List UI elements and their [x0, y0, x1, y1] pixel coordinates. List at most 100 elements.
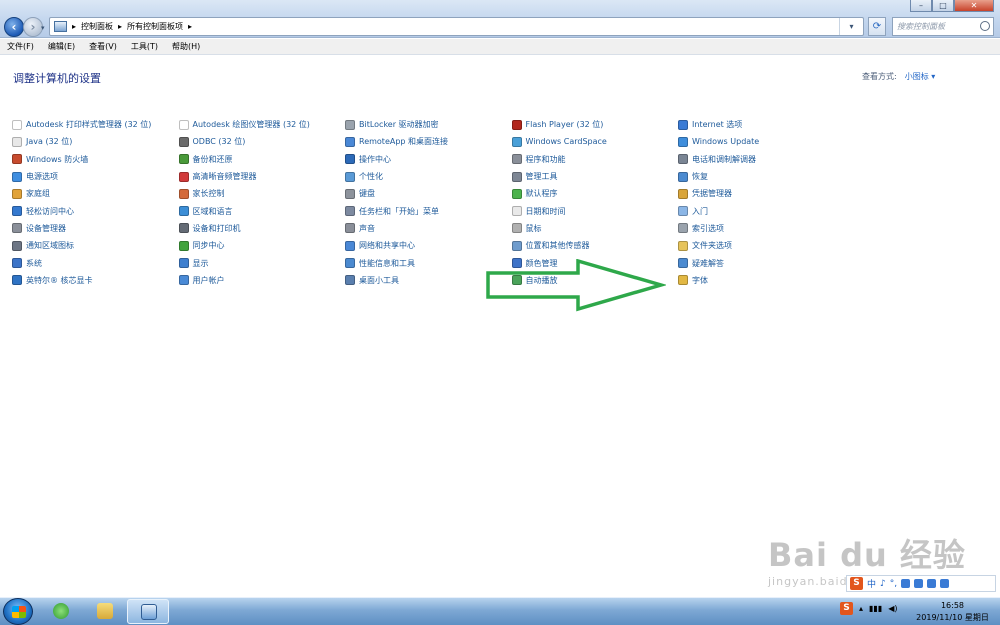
control-panel-item[interactable]: 用户帐户 — [178, 272, 346, 289]
search-input[interactable]: 搜索控制面板 — [892, 17, 994, 36]
control-panel-item[interactable]: 家庭组 — [12, 185, 179, 202]
control-panel-item[interactable]: 键盘 — [345, 185, 512, 202]
network-icon[interactable]: ▮▮▮ — [869, 604, 882, 613]
address-bar[interactable]: ▸ 控制面板 ▸ 所有控制面板项 ▸ ▾ — [49, 17, 864, 36]
control-panel-item[interactable]: 程序和功能 — [511, 151, 679, 168]
breadcrumb-all-items[interactable]: 所有控制面板项 — [127, 21, 183, 32]
item-label: 电话和调制解调器 — [692, 154, 756, 164]
tray-arrow-icon[interactable]: ▴ — [859, 604, 863, 613]
control-panel-item[interactable]: 同步中心 — [178, 237, 346, 254]
control-panel-item[interactable]: 英特尔® 核芯显卡 — [12, 272, 179, 289]
item-icon — [178, 206, 189, 217]
control-panel-item[interactable]: 个性化 — [345, 168, 512, 185]
taskbar-browser[interactable] — [40, 599, 82, 624]
item-label: 索引选项 — [692, 223, 724, 233]
control-panel-item[interactable]: 任务栏和「开始」菜单 — [345, 202, 512, 219]
control-panel-item[interactable]: 电源选项 — [12, 168, 179, 185]
control-panel-item[interactable]: 区域和语言 — [178, 202, 346, 219]
menu-tools[interactable]: 工具(T) — [124, 41, 165, 52]
control-panel-item[interactable]: 轻松访问中心 — [12, 202, 179, 219]
control-panel-item[interactable]: Windows Update — [678, 133, 845, 150]
control-panel-item[interactable]: 位置和其他传感器 — [511, 237, 679, 254]
control-panel-item[interactable]: 高清晰音频管理器 — [178, 168, 346, 185]
item-icon — [678, 240, 688, 251]
explorer-titlebar: ‹ › ▾ ▸ 控制面板 ▸ 所有控制面板项 ▸ ▾ ⟳ 搜索控制面板 – □ … — [0, 0, 1000, 38]
menu-edit[interactable]: 编辑(E) — [41, 41, 82, 52]
control-panel-item[interactable]: RemoteApp 和桌面连接 — [345, 133, 512, 150]
ime-mode-toggle[interactable]: 中 — [867, 577, 876, 590]
breadcrumb-control-panel[interactable]: 控制面板 — [81, 21, 113, 32]
menu-help[interactable]: 帮助(H) — [165, 41, 207, 52]
control-panel-item[interactable]: 字体 — [678, 272, 845, 289]
item-icon — [345, 171, 355, 182]
control-panel-item[interactable]: 疑难解答 — [678, 254, 845, 271]
close-button[interactable]: ✕ — [954, 0, 994, 12]
control-panel-item[interactable]: 文件夹选项 — [678, 237, 845, 254]
control-panel-item[interactable]: 设备管理器 — [12, 220, 179, 237]
control-panel-item[interactable]: 默认程序 — [511, 185, 679, 202]
clock[interactable]: 16:58 2019/11/10 星期日 — [905, 600, 1000, 624]
minimize-button[interactable]: – — [910, 0, 932, 12]
control-panel-item[interactable]: 系统 — [12, 254, 179, 271]
ime-toolbar: S 中 ♪ °, — [846, 575, 996, 592]
control-panel-item[interactable]: 凭据管理器 — [678, 185, 845, 202]
control-panel-item[interactable]: 恢复 — [678, 168, 845, 185]
item-icon — [511, 223, 522, 234]
start-button[interactable] — [3, 598, 33, 625]
taskbar: S ▴ ▮▮▮ ◀) 16:58 2019/11/10 星期日 — [0, 597, 1000, 625]
control-panel-item[interactable]: 网络和共享中心 — [345, 237, 512, 254]
ime-keyboard-icon[interactable] — [914, 579, 924, 588]
item-label: 家长控制 — [192, 189, 225, 199]
control-panel-item[interactable]: 显示 — [178, 254, 346, 271]
item-label: 区域和语言 — [192, 206, 233, 216]
ime-skin-icon[interactable] — [927, 579, 937, 588]
refresh-button[interactable]: ⟳ — [868, 17, 886, 36]
ime-punctuation-icon[interactable]: °, — [890, 579, 897, 589]
control-panel-item[interactable]: Internet 选项 — [678, 116, 845, 133]
control-panel-item[interactable]: 入门 — [678, 202, 845, 219]
item-label: 入门 — [692, 206, 708, 216]
item-icon — [345, 275, 355, 286]
taskbar-explorer[interactable] — [84, 599, 126, 624]
ime-halfwidth-icon[interactable]: ♪ — [880, 579, 886, 589]
forward-button[interactable]: › — [23, 17, 43, 37]
control-panel-item[interactable]: 鼠标 — [511, 220, 679, 237]
maximize-button[interactable]: □ — [932, 0, 954, 12]
item-label: 备份和还原 — [192, 154, 233, 164]
item-label: 操作中心 — [359, 154, 391, 164]
control-panel-item[interactable]: 声音 — [345, 220, 512, 237]
menu-view[interactable]: 查看(V) — [82, 41, 124, 52]
control-panel-item[interactable]: 设备和打印机 — [178, 220, 346, 237]
control-panel-item[interactable]: Java (32 位) — [12, 133, 179, 150]
control-panel-item[interactable]: ODBC (32 位) — [178, 133, 346, 150]
control-panel-item[interactable]: 通知区域图标 — [12, 237, 179, 254]
back-button[interactable]: ‹ — [4, 17, 24, 37]
menu-file[interactable]: 文件(F) — [0, 41, 41, 52]
ime-tools-icon[interactable] — [940, 579, 950, 588]
ime-voice-icon[interactable] — [901, 579, 911, 588]
control-panel-item[interactable]: Autodesk 打印样式管理器 (32 位) — [12, 116, 179, 133]
control-panel-item[interactable]: 备份和还原 — [178, 151, 346, 168]
control-panel-item[interactable]: Windows 防火墙 — [12, 151, 179, 168]
item-label: 高清晰音频管理器 — [192, 172, 257, 182]
recent-pages-dropdown[interactable]: ▾ — [41, 24, 49, 32]
control-panel-item[interactable]: BitLocker 驱动器加密 — [345, 116, 512, 133]
control-panel-item[interactable]: 日期和时间 — [511, 202, 679, 219]
item-icon — [678, 119, 688, 130]
view-by-dropdown[interactable]: 小图标 ▾ — [905, 71, 936, 82]
tray-sogou-icon[interactable]: S — [840, 602, 853, 615]
control-panel-item[interactable]: 电话和调制解调器 — [678, 151, 845, 168]
control-panel-item[interactable]: 索引选项 — [678, 220, 845, 237]
volume-icon[interactable]: ◀) — [888, 604, 897, 613]
taskbar-control-panel[interactable] — [127, 599, 169, 624]
control-panel-item[interactable]: 家长控制 — [178, 185, 346, 202]
sogou-ime-icon[interactable]: S — [850, 577, 863, 590]
watermark-brand: Bai du 经验 — [768, 536, 966, 574]
control-panel-item[interactable]: 管理工具 — [511, 168, 679, 185]
control-panel-item[interactable]: Autodesk 绘图仪管理器 (32 位) — [178, 116, 346, 133]
control-panel-item[interactable]: Flash Player (32 位) — [511, 116, 679, 133]
control-panel-item[interactable]: 操作中心 — [345, 151, 512, 168]
control-panel-item[interactable]: Windows CardSpace — [511, 133, 679, 150]
item-icon — [511, 171, 522, 182]
address-dropdown-icon[interactable]: ▾ — [839, 18, 863, 35]
